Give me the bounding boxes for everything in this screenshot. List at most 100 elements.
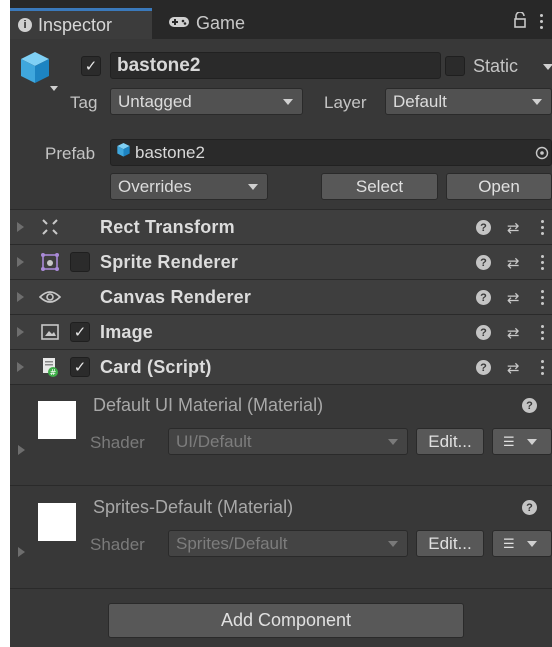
preset-icon[interactable]: ⇄ xyxy=(507,254,520,272)
divider xyxy=(10,588,552,589)
component-menu-icon[interactable] xyxy=(541,220,545,238)
rect-transform-icon xyxy=(38,216,62,238)
eye-icon xyxy=(38,286,62,308)
open-button[interactable]: Open xyxy=(446,173,552,200)
material-preview-swatch xyxy=(38,401,76,439)
chevron-down-icon xyxy=(532,98,542,105)
help-icon[interactable]: ? xyxy=(522,500,537,515)
fold-arrow-icon[interactable] xyxy=(17,222,24,232)
gameobject-name-value: bastone2 xyxy=(117,54,201,76)
preset-icon[interactable]: ⇄ xyxy=(507,324,520,342)
help-icon[interactable]: ? xyxy=(476,255,491,270)
component-title: Rect Transform xyxy=(100,217,235,237)
lock-icon[interactable] xyxy=(513,11,527,33)
tag-dropdown[interactable]: Untagged xyxy=(110,88,303,115)
object-picker-icon[interactable] xyxy=(535,145,549,165)
component-title: Sprite Renderer xyxy=(100,252,239,272)
component-menu-icon[interactable] xyxy=(541,325,545,343)
component-menu-icon[interactable] xyxy=(541,360,545,378)
prefab-label: Prefab xyxy=(45,144,96,163)
help-icon[interactable]: ? xyxy=(476,220,491,235)
component-menu-icon[interactable] xyxy=(541,290,545,308)
component-enabled-checkbox[interactable]: ✓ xyxy=(70,357,90,377)
tag-value: Untagged xyxy=(118,91,192,111)
fold-arrow-icon[interactable] xyxy=(17,362,24,372)
component-canvas-renderer[interactable]: Canvas Renderer ? ⇄ xyxy=(10,279,552,314)
gameobject-name-field[interactable]: bastone2 xyxy=(110,52,441,79)
fold-arrow-icon[interactable] xyxy=(18,445,25,455)
static-dropdown-caret[interactable] xyxy=(543,64,552,70)
shader-value: UI/Default xyxy=(176,431,252,451)
tab-bar: i Inspector Game xyxy=(10,0,552,39)
component-menu-icon[interactable] xyxy=(541,255,545,273)
fold-arrow-icon[interactable] xyxy=(18,547,25,557)
svg-text:#: # xyxy=(50,368,57,377)
shader-dropdown[interactable]: Sprites/Default xyxy=(168,530,408,557)
script-icon: # xyxy=(38,356,62,378)
fold-arrow-icon[interactable] xyxy=(17,257,24,267)
tab-game-label: Game xyxy=(196,13,246,33)
material-sprites-default: Sprites-Default (Material) ? Shader Spri… xyxy=(10,487,552,577)
static-checkbox[interactable] xyxy=(445,56,465,76)
preset-icon[interactable]: ⇄ xyxy=(507,219,520,237)
layer-value: Default xyxy=(393,91,447,111)
inspector-panel: i Inspector Game ✓ bastone2 Static Tag U… xyxy=(10,0,552,647)
icon-dropdown-caret[interactable] xyxy=(50,86,58,91)
shader-options-button[interactable]: ☰ xyxy=(492,428,552,455)
select-label: Select xyxy=(355,176,404,196)
help-icon[interactable]: ? xyxy=(522,398,537,413)
help-icon[interactable]: ? xyxy=(476,325,491,340)
tab-menu-icon[interactable] xyxy=(540,14,544,32)
material-title: Default UI Material (Material) xyxy=(93,395,324,415)
list-icon: ☰ xyxy=(503,433,515,449)
edit-shader-button[interactable]: Edit... xyxy=(416,530,484,557)
edit-label: Edit... xyxy=(428,533,472,553)
layer-label: Layer xyxy=(324,93,367,112)
prefab-cube-icon xyxy=(18,50,52,91)
shader-dropdown[interactable]: UI/Default xyxy=(168,428,408,455)
help-icon[interactable]: ? xyxy=(476,360,491,375)
material-title: Sprites-Default (Material) xyxy=(93,497,294,517)
component-card-script[interactable]: # ✓ Card (Script) ? ⇄ xyxy=(10,349,552,384)
add-component-label: Add Component xyxy=(220,610,352,630)
help-icon[interactable]: ? xyxy=(476,290,491,305)
divider xyxy=(10,485,552,486)
fold-arrow-icon[interactable] xyxy=(17,292,24,302)
chevron-down-icon xyxy=(526,540,537,547)
overrides-label: Overrides xyxy=(118,176,192,196)
component-image[interactable]: ✓ Image ? ⇄ xyxy=(10,314,552,349)
tab-game[interactable]: Game xyxy=(160,8,260,39)
chevron-down-icon xyxy=(388,540,398,547)
tab-inspector[interactable]: i Inspector xyxy=(10,8,152,39)
shader-label: Shader xyxy=(90,535,145,554)
sprite-renderer-icon xyxy=(38,251,62,273)
static-label: Static xyxy=(473,56,519,76)
shader-label: Shader xyxy=(90,433,145,452)
component-rect-transform[interactable]: Rect Transform ? ⇄ xyxy=(10,209,552,244)
component-enabled-checkbox[interactable] xyxy=(70,252,90,272)
layer-dropdown[interactable]: Default xyxy=(385,88,552,115)
prefab-value: bastone2 xyxy=(135,142,205,162)
component-enabled-checkbox[interactable]: ✓ xyxy=(70,322,90,342)
prefab-asset-field[interactable]: bastone2 xyxy=(110,139,552,166)
component-title: Image xyxy=(100,322,154,342)
preset-icon[interactable]: ⇄ xyxy=(507,359,520,377)
tag-label: Tag xyxy=(70,93,98,112)
preset-icon[interactable]: ⇄ xyxy=(507,289,520,307)
chevron-down-icon xyxy=(388,438,398,445)
edit-shader-button[interactable]: Edit... xyxy=(416,428,484,455)
shader-options-button[interactable]: ☰ xyxy=(492,530,552,557)
fold-arrow-icon[interactable] xyxy=(17,327,24,337)
chevron-down-icon xyxy=(248,183,258,190)
select-button[interactable]: Select xyxy=(321,173,438,200)
prefab-small-cube-icon xyxy=(116,142,131,163)
edit-label: Edit... xyxy=(428,431,472,451)
tab-inspector-label: Inspector xyxy=(38,14,113,35)
material-preview-swatch xyxy=(38,503,76,541)
active-checkbox[interactable]: ✓ xyxy=(81,56,101,76)
overrides-dropdown[interactable]: Overrides xyxy=(110,173,268,200)
image-icon xyxy=(38,321,62,343)
add-component-button[interactable]: Add Component xyxy=(108,603,464,638)
component-sprite-renderer[interactable]: Sprite Renderer ? ⇄ xyxy=(10,244,552,279)
open-label: Open xyxy=(478,176,520,196)
